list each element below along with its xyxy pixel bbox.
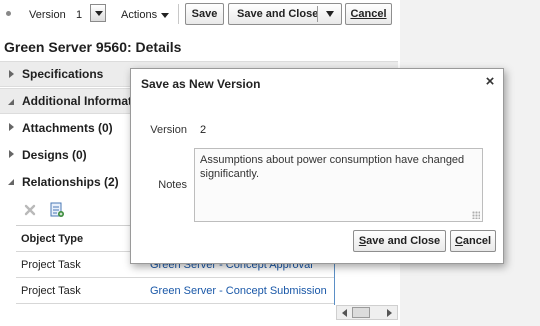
accelerator-letter: S xyxy=(358,235,367,247)
chevron-down-icon[interactable] xyxy=(326,11,334,17)
cancel-label: Cancel xyxy=(454,235,492,247)
cell-object-type: Project Task xyxy=(21,259,81,271)
save-and-close-button[interactable]: Save and Close xyxy=(228,3,342,25)
save-and-close-label: Save and Close xyxy=(237,8,319,20)
page-title: Green Server 9560: Details xyxy=(4,39,182,55)
triangle-right-icon xyxy=(9,70,14,78)
status-dot-icon xyxy=(6,11,11,16)
resize-grip-icon[interactable] xyxy=(472,211,480,219)
scroll-left-icon[interactable] xyxy=(342,309,347,317)
save-as-new-version-dialog: Save as New Version × Version 2 Notes As… xyxy=(130,68,504,264)
dialog-title: Save as New Version xyxy=(141,77,261,91)
top-toolbar: Version 1 Actions Save Save and Close Ca… xyxy=(0,0,400,30)
horizontal-scrollbar[interactable] xyxy=(336,305,398,320)
scroll-right-icon[interactable] xyxy=(387,309,392,317)
section-label: Designs (0) xyxy=(22,148,87,162)
cancel-button[interactable]: Cancel xyxy=(345,3,392,25)
dialog-save-and-close-button[interactable]: Save and Close xyxy=(353,230,446,252)
add-document-icon[interactable] xyxy=(50,202,64,218)
save-and-close-label: Save and Close xyxy=(358,235,441,247)
triangle-right-icon xyxy=(9,150,14,158)
dialog-cancel-button[interactable]: Cancel xyxy=(450,230,496,252)
close-icon[interactable]: × xyxy=(483,74,497,89)
save-button[interactable]: Save xyxy=(185,3,224,25)
column-header-object-type[interactable]: Object Type xyxy=(21,226,146,252)
version-dropdown-button[interactable] xyxy=(90,4,106,22)
section-label: Attachments (0) xyxy=(22,121,113,135)
toolbar-divider xyxy=(178,4,179,24)
dialog-version-value: 2 xyxy=(200,124,207,136)
chevron-down-icon[interactable] xyxy=(161,13,169,18)
split-divider xyxy=(317,6,318,22)
actions-menu[interactable]: Actions xyxy=(121,9,157,21)
cancel-label: Cancel xyxy=(350,8,387,20)
cell-name-link[interactable]: Green Server - Concept Submission xyxy=(150,278,334,304)
notes-textarea[interactable]: Assumptions about power consumption have… xyxy=(194,148,483,222)
version-value: 1 xyxy=(76,9,83,21)
cell-object-type: Project Task xyxy=(21,285,81,297)
table-row[interactable]: Project Task Green Server - Concept Subm… xyxy=(16,278,334,304)
triangle-down-icon xyxy=(8,99,14,105)
dialog-version-label: Version xyxy=(150,124,187,136)
scroll-thumb[interactable] xyxy=(352,307,370,318)
delete-x-icon[interactable] xyxy=(24,204,36,216)
version-label: Version xyxy=(29,9,66,21)
triangle-down-icon xyxy=(8,179,14,185)
section-label: Specifications xyxy=(22,67,104,81)
accelerator-letter: C xyxy=(454,235,463,247)
triangle-right-icon xyxy=(9,123,14,131)
section-label: Additional Informati xyxy=(22,94,136,108)
section-label: Relationships (2) xyxy=(22,175,119,189)
dialog-notes-label: Notes xyxy=(158,179,187,191)
